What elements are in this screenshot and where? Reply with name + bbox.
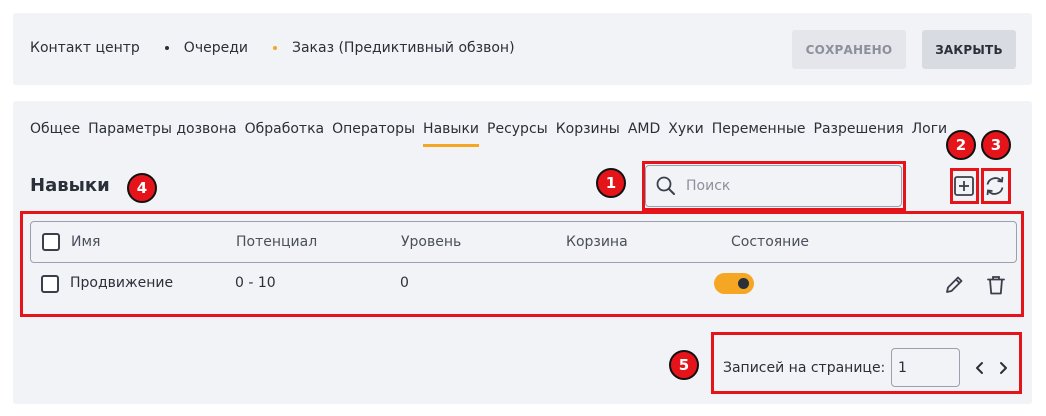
annotation-badge-5: 5 xyxy=(669,350,699,380)
annotation-badge-3: 3 xyxy=(981,130,1011,160)
tab-operators[interactable]: Операторы xyxy=(332,121,415,147)
close-button[interactable]: ЗАКРЫТЬ xyxy=(922,30,1016,69)
tab-bar: Общее Параметры дозвона Обработка Операт… xyxy=(30,121,950,147)
saved-button[interactable]: СОХРАНЕНО xyxy=(792,30,906,69)
tab-amd[interactable]: AMD xyxy=(628,121,660,147)
breadcrumb-separator-dot xyxy=(164,46,169,50)
annotation-box-table xyxy=(20,211,1024,317)
tab-variables[interactable]: Переменные xyxy=(712,121,806,147)
tab-processing[interactable]: Обработка xyxy=(245,121,325,147)
annotation-badge-4: 4 xyxy=(127,173,157,203)
tab-skills[interactable]: Навыки xyxy=(423,121,479,147)
annotation-box-search xyxy=(642,161,906,211)
tab-hooks[interactable]: Хуки xyxy=(668,121,703,147)
tab-general[interactable]: Общее xyxy=(30,121,80,147)
top-bar: Контакт центр Очереди Заказ (Предиктивны… xyxy=(13,13,1032,85)
tab-baskets[interactable]: Корзины xyxy=(556,121,620,147)
tab-permissions[interactable]: Разрешения xyxy=(814,121,904,147)
annotation-badge-1: 1 xyxy=(596,168,626,198)
annotation-box-pagination xyxy=(711,332,1022,394)
breadcrumb-item-queues[interactable]: Очереди xyxy=(184,40,248,56)
annotation-box-add xyxy=(950,168,979,204)
breadcrumb-item-current: Заказ (Предиктивный обзвон) xyxy=(291,40,515,56)
tab-resources[interactable]: Ресурсы xyxy=(487,121,548,147)
annotation-badge-2: 2 xyxy=(946,130,976,160)
tab-dial-params[interactable]: Параметры дозвона xyxy=(88,121,237,147)
section-title: Навыки xyxy=(30,175,110,196)
annotation-box-refresh xyxy=(981,168,1011,204)
breadcrumb: Контакт центр Очереди Заказ (Предиктивны… xyxy=(30,40,515,56)
tab-logs[interactable]: Логи xyxy=(912,121,948,147)
breadcrumb-separator-dot xyxy=(272,46,277,50)
breadcrumb-item-contact-center[interactable]: Контакт центр xyxy=(30,40,140,56)
